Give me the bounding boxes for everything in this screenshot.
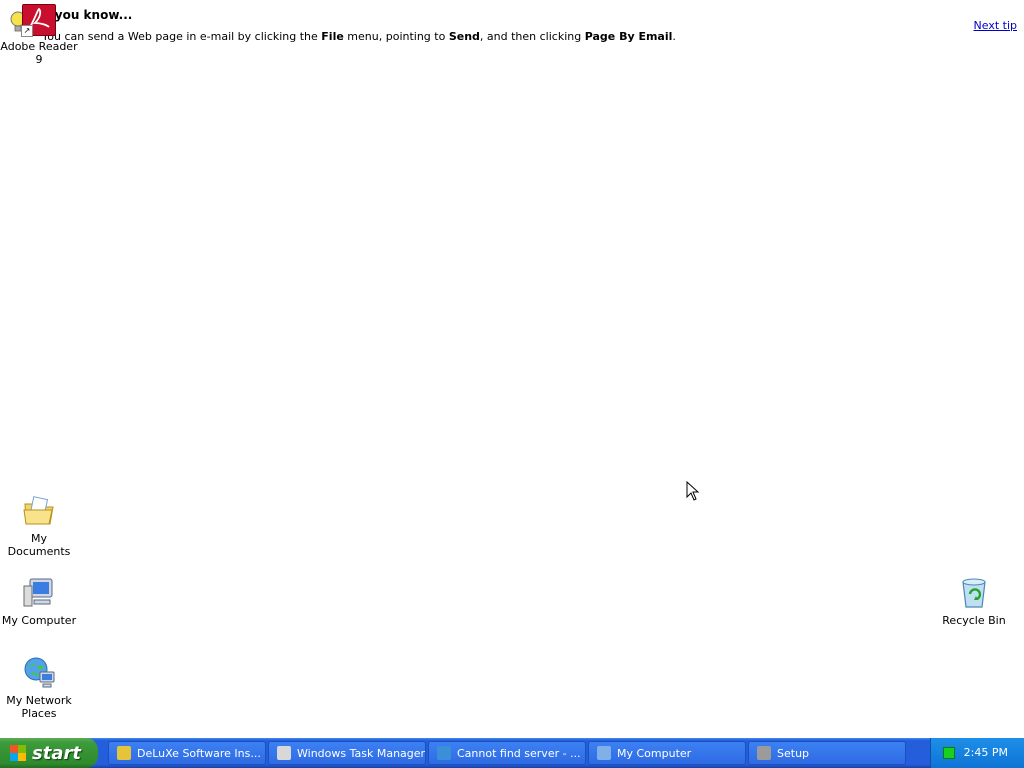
mouse-cursor-icon <box>686 481 700 501</box>
taskbar-button-label: Cannot find server - ... <box>457 746 581 760</box>
taskbar-button-setup[interactable]: Setup <box>748 741 906 765</box>
tip-text-emphasis: File <box>321 30 344 43</box>
desktop-icon-label: My Network Places <box>6 694 72 720</box>
taskbar-button-label: Setup <box>777 746 810 760</box>
ie-icon <box>437 746 451 760</box>
start-button[interactable]: start <box>0 738 98 768</box>
desktop-icon-recycle-bin[interactable]: Recycle Bin <box>935 576 1013 627</box>
adobe-reader-icon: ↗ <box>21 4 56 37</box>
taskbar-button-label: My Computer <box>617 746 692 760</box>
shortcut-arrow-icon: ↗ <box>21 25 33 37</box>
tip-text: You can send a Web page in e-mail by cli… <box>42 30 676 43</box>
installer-icon <box>117 746 131 760</box>
network-places-icon <box>24 657 55 688</box>
folder-documents-icon <box>23 496 54 525</box>
tray-status-icon[interactable] <box>943 747 955 759</box>
desktop-icon-my-documents[interactable]: My Documents <box>0 494 78 558</box>
desktop-icon-label: My Computer <box>1 614 77 627</box>
next-tip-link[interactable]: Next tip <box>974 19 1017 32</box>
tip-text-emphasis: Send <box>448 30 480 43</box>
tip-text-segment: menu, pointing to <box>343 30 449 43</box>
recycle-bin-icon <box>962 578 986 608</box>
tip-text-emphasis: Page By Email <box>584 30 673 43</box>
taskbar-button-cannot-find-server[interactable]: Cannot find server - ... <box>428 741 586 765</box>
taskbar: start DeLuXe Software Ins... Windows Tas… <box>0 738 1024 768</box>
desktop-icon-label: My Documents <box>7 532 71 558</box>
task-manager-icon <box>277 746 291 760</box>
clock[interactable]: 2:45 PM <box>964 746 1008 759</box>
desktop-icon-my-computer[interactable]: My Computer <box>0 576 78 627</box>
setup-icon <box>757 746 771 760</box>
taskbar-button-deluxe-installer[interactable]: DeLuXe Software Ins... <box>108 741 266 765</box>
tip-of-the-day-bar: d you know... You can send a Web page in… <box>0 0 1024 50</box>
start-label: start <box>32 742 81 764</box>
desktop-icon-my-network-places[interactable]: My Network Places <box>0 656 78 720</box>
tip-text-segment: , and then clicking <box>479 30 585 43</box>
system-tray: 2:45 PM <box>930 738 1024 768</box>
computer-icon <box>23 578 53 607</box>
taskbar-button-label: DeLuXe Software Ins... <box>137 746 261 760</box>
windows-logo-icon <box>10 745 26 761</box>
taskbar-button-task-manager[interactable]: Windows Task Manager <box>268 741 426 765</box>
desktop-icon-label: Adobe Reader 9 <box>0 40 78 66</box>
tip-text-segment: . <box>672 30 676 43</box>
taskbar-button-my-computer[interactable]: My Computer <box>588 741 746 765</box>
desktop-icon-label: Recycle Bin <box>942 614 1006 627</box>
tip-text-segment: You can send a Web page in e-mail by cli… <box>42 30 322 43</box>
desktop-icon-adobe-reader[interactable]: ↗ Adobe Reader 9 <box>0 2 78 66</box>
taskbar-button-label: Windows Task Manager <box>297 746 426 760</box>
computer-icon <box>597 746 611 760</box>
